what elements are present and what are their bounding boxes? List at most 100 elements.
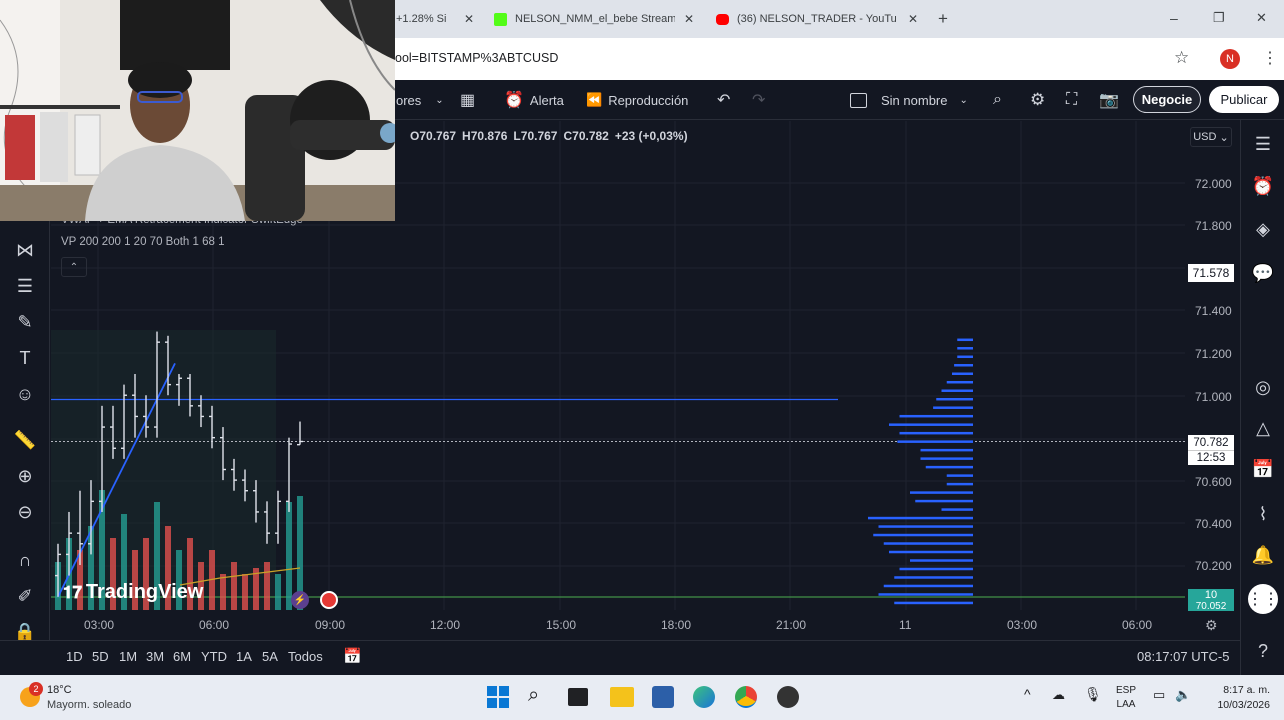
- weather-desc: Mayorm. soleado: [47, 699, 132, 711]
- indicator-legend-2[interactable]: VP 200 200 1 20 70 Both 1 68 1: [61, 236, 224, 248]
- volume-profile-bar: [910, 491, 973, 494]
- app-icon[interactable]: [777, 686, 799, 708]
- close-icon[interactable]: ✕: [908, 12, 918, 26]
- indicators-button[interactable]: ores ⌄: [396, 80, 444, 120]
- magnet-icon[interactable]: ∩: [12, 547, 38, 573]
- watchlist-icon[interactable]: ☰: [1249, 130, 1277, 158]
- undo-icon[interactable]: ↶: [717, 80, 730, 120]
- date-range-icon[interactable]: 📅: [343, 647, 362, 665]
- chrome-icon[interactable]: [735, 686, 757, 708]
- trade-button[interactable]: Negocie: [1133, 86, 1201, 113]
- volume-bar: [275, 574, 281, 610]
- range-5a[interactable]: 5A: [262, 649, 278, 664]
- browser-tab-3[interactable]: (36) NELSON_TRADER - YouTub ✕: [716, 6, 918, 32]
- replay-button[interactable]: ⏪ Reproducción: [586, 80, 688, 120]
- tradingview-logo-icon: 𝟏𝟕: [63, 582, 82, 602]
- microphone-icon[interactable]: 🎙: [1084, 686, 1102, 703]
- range-5d[interactable]: 5D: [92, 649, 109, 664]
- close-window-button[interactable]: ✕: [1256, 10, 1267, 26]
- store-icon[interactable]: [652, 686, 674, 708]
- close-icon[interactable]: ✕: [464, 12, 474, 26]
- range-ytd[interactable]: YTD: [201, 649, 227, 664]
- ideas-icon[interactable]: △: [1249, 414, 1277, 442]
- fib-tool-icon[interactable]: ☰: [12, 273, 38, 299]
- profile-avatar[interactable]: N: [1220, 49, 1240, 69]
- lock-drawings-icon[interactable]: ✐: [12, 583, 38, 609]
- quick-search-icon[interactable]: ⌕: [993, 80, 1002, 120]
- text-tool-icon[interactable]: T: [12, 345, 38, 371]
- help-icon[interactable]: ?: [1249, 637, 1277, 665]
- apps-grid-icon[interactable]: ⋮⋮: [1247, 584, 1279, 614]
- broadcast-icon[interactable]: ⌇: [1249, 500, 1277, 528]
- maximize-button[interactable]: ❐: [1213, 10, 1225, 26]
- publish-button[interactable]: Publicar: [1209, 86, 1279, 113]
- range-all[interactable]: Todos: [288, 649, 323, 664]
- close-icon[interactable]: ✕: [684, 12, 694, 26]
- emoji-tool-icon[interactable]: ☺: [12, 381, 38, 407]
- browser-tab-1[interactable]: +1.28% Si ✕: [396, 6, 474, 32]
- range-1d[interactable]: 1D: [66, 649, 83, 664]
- alert-button[interactable]: ⏰ Alerta: [504, 80, 564, 120]
- price-label: 71.000: [1195, 390, 1232, 404]
- range-1a[interactable]: 1A: [236, 649, 252, 664]
- system-clock[interactable]: 8:17 a. m. 10/03/2026: [1200, 683, 1270, 713]
- range-1m[interactable]: 1M: [119, 649, 137, 664]
- layers-icon[interactable]: ◈: [1249, 215, 1277, 243]
- redo-icon[interactable]: ↷: [752, 80, 765, 120]
- high-value: H70.876: [462, 129, 508, 143]
- chat-icon[interactable]: 💬: [1249, 259, 1277, 287]
- pattern-tool-icon[interactable]: ⋈: [12, 237, 38, 263]
- edge-icon[interactable]: [693, 686, 715, 708]
- tab-label: NELSON_NMM_el_bebe Stream: [515, 13, 675, 25]
- browser-tab-2[interactable]: NELSON_NMM_el_bebe Stream ✕: [494, 6, 694, 32]
- network-icon[interactable]: ▭: [1153, 687, 1165, 703]
- brush-tool-icon[interactable]: ✎: [12, 309, 38, 335]
- task-view-icon[interactable]: [568, 688, 588, 706]
- templates-icon[interactable]: ▦: [460, 80, 475, 120]
- calendar-icon[interactable]: 📅: [1249, 455, 1277, 483]
- minimize-button[interactable]: –: [1170, 10, 1178, 26]
- camera-icon[interactable]: 📷: [1099, 80, 1119, 120]
- utc-clock[interactable]: 08:17:07 UTC-5: [1137, 649, 1230, 664]
- volume-profile-bar: [878, 525, 973, 528]
- settings-icon[interactable]: ⚙: [1030, 80, 1045, 120]
- volume-bar: [55, 562, 61, 610]
- webcam-overlay: [0, 0, 395, 221]
- volume-profile-bar: [915, 499, 973, 503]
- url-field[interactable]: ool=BITSTAMP%3ABTCUSD: [395, 51, 558, 65]
- weather-badge: 2: [29, 682, 43, 696]
- currency-selector[interactable]: USD ⌄: [1190, 127, 1232, 147]
- trend-line: [57, 362, 176, 598]
- range-3m[interactable]: 3M: [146, 649, 164, 664]
- notifications-icon[interactable]: 🔔: [1249, 541, 1277, 569]
- axis-settings-icon[interactable]: ⚙: [1205, 617, 1218, 634]
- layout-button[interactable]: Sin nombre ⌄: [850, 80, 968, 120]
- zoom-out-icon[interactable]: ⊖: [12, 499, 38, 525]
- time-label: 18:00: [661, 618, 692, 632]
- new-tab-button[interactable]: +: [938, 9, 948, 29]
- volume-bar: [264, 562, 270, 610]
- price-label: 71.200: [1195, 347, 1232, 361]
- volume-icon[interactable]: 🔈: [1175, 687, 1191, 703]
- webcam-image: [0, 0, 395, 221]
- volume-profile-bar: [946, 380, 973, 384]
- search-icon[interactable]: ⌕: [528, 684, 539, 707]
- tray-chevron-icon[interactable]: ^: [1024, 686, 1031, 702]
- target-icon[interactable]: ◎: [1249, 373, 1277, 401]
- open-value: O70.767: [410, 129, 457, 143]
- file-explorer-icon[interactable]: [610, 687, 634, 707]
- star-icon[interactable]: ☆: [1174, 48, 1189, 68]
- zoom-in-icon[interactable]: ⊕: [12, 463, 38, 489]
- range-6m[interactable]: 6M: [173, 649, 191, 664]
- language-indicator[interactable]: ESP LAA: [1116, 684, 1136, 712]
- weather-widget[interactable]: 2 18°C Mayorm. soleado: [20, 681, 160, 715]
- event-flag-icon[interactable]: [320, 591, 338, 609]
- collapse-legend-button[interactable]: ⌃: [61, 257, 87, 277]
- menu-icon[interactable]: ⋮: [1262, 48, 1278, 68]
- ruler-tool-icon[interactable]: 📏: [12, 427, 38, 453]
- alarm-clock-icon[interactable]: ⏰: [1249, 172, 1277, 200]
- windows-start-icon[interactable]: [487, 686, 509, 708]
- tray-app-icon[interactable]: ☁: [1052, 687, 1065, 703]
- lightning-icon[interactable]: ⚡: [291, 591, 309, 609]
- fullscreen-icon[interactable]: ⛶: [1066, 80, 1077, 120]
